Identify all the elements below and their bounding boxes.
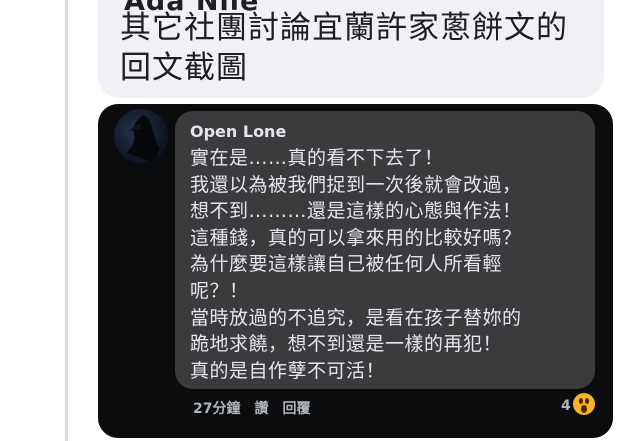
top-comment-text: 其它社團討論宜蘭許家蔥餅文的回文截圖	[120, 10, 568, 86]
comment-line: 真的是自作孽不可活！	[190, 359, 386, 382]
comment-line: 實在是……真的看不下去了！	[190, 147, 444, 169]
comment-author[interactable]: Open Lone	[190, 122, 286, 141]
comment-line: 想不到………還是這樣的心態與作法！	[190, 200, 522, 223]
comment-line: 這種錢，真的可以拿來用的比較好嗎？	[190, 226, 522, 249]
avatar-silhouette-icon	[126, 115, 160, 163]
reaction-count[interactable]: 4	[561, 398, 571, 414]
comment-line: 呢？！	[190, 279, 249, 302]
reply-comment-panel: Open Lone 實在是……真的看不下去了！ 我還以為被我們捉到一次後就會改過…	[98, 104, 613, 438]
comment-line: 我還以為被我們捉到一次後就會改過，	[190, 173, 522, 196]
wow-eye-right	[585, 398, 589, 404]
comment-body: 實在是……真的看不下去了！ 我還以為被我們捉到一次後就會改過， 想不到………還是…	[190, 145, 590, 384]
comment-actions: 27分鐘 讚 回覆	[193, 398, 310, 418]
top-comment-bubble: Ada Nile 其它社團討論宜蘭許家蔥餅文的回文截圖	[98, 0, 604, 98]
comment-timestamp[interactable]: 27分鐘	[193, 398, 240, 418]
comment-line: 當時放過的不追究，是看在孩子替妳的	[190, 306, 522, 329]
reply-button[interactable]: 回覆	[282, 398, 310, 418]
comment-line: 跪地求饒，想不到還是一樣的再犯！	[190, 333, 503, 356]
wow-mouth	[581, 405, 587, 413]
wow-reaction-icon[interactable]	[573, 393, 595, 415]
wow-eye-left	[579, 398, 583, 404]
comment-bubble: Open Lone 實在是……真的看不下去了！ 我還以為被我們捉到一次後就會改過…	[175, 111, 595, 389]
like-button[interactable]: 讚	[254, 398, 268, 418]
thread-line	[65, 0, 68, 441]
comment-line: 為什麼要這樣讓自己被任何人所看輕	[190, 253, 503, 276]
avatar[interactable]	[114, 109, 168, 163]
